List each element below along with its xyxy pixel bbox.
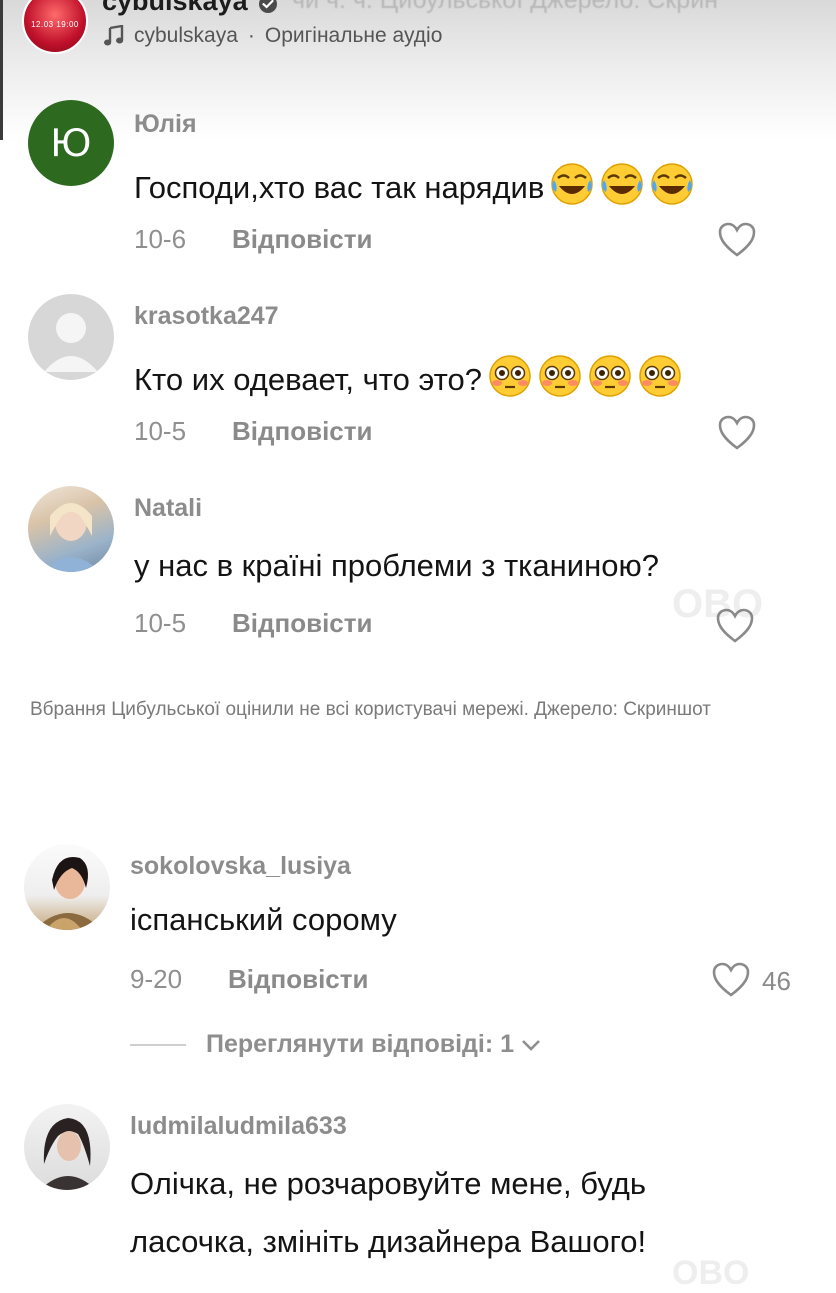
watermark: OBO: [672, 582, 764, 626]
avatar[interactable]: [28, 294, 114, 380]
comment-text-line1: Олічка, не розчаровуйте мене, будь: [130, 1166, 646, 1201]
comment-text-body: Кто их одевает, что это?: [134, 362, 482, 397]
avatar[interactable]: Ю: [28, 100, 114, 186]
verified-badge-icon: [259, 0, 277, 13]
comment-username[interactable]: ludmilaludmila633: [130, 1112, 347, 1141]
flushed-face-emoji: [539, 355, 581, 397]
header-overlay-text: чи ч. ч. Цибульської Джерело: Скрин: [292, 0, 718, 14]
comment-username[interactable]: Юлія: [134, 110, 197, 139]
avatar[interactable]: [28, 486, 114, 572]
user-photo: [40, 1118, 96, 1190]
audio-row[interactable]: cybulskaya · Оригінальне аудіо: [104, 24, 442, 48]
heart-outline-icon[interactable]: [718, 415, 756, 451]
comment-username[interactable]: sokolovska_lusiya: [130, 852, 351, 881]
reply-button[interactable]: Відповісти: [232, 224, 372, 255]
face-with-tears-of-joy-emoji: [551, 163, 594, 205]
comment-text: у нас в країні проблеми з тканиною?: [134, 548, 659, 583]
comment-text: Кто их одевает, что это?: [134, 354, 682, 398]
comment-meta: 10-6 Відповісти: [134, 224, 372, 255]
photo-caption: Вбрання Цибульської оцінили не всі корис…: [30, 699, 711, 720]
like-count: 46: [762, 966, 791, 996]
comment-date: 10-5: [134, 416, 187, 446]
audio-user: cybulskaya: [134, 24, 238, 47]
heart-outline-icon[interactable]: [712, 962, 750, 998]
comment-text: іспанський сорому: [130, 902, 397, 937]
audio-separator: ·: [247, 24, 255, 47]
comment-meta: 9-20 Відповісти: [130, 964, 368, 995]
left-edge-bar: [0, 0, 3, 140]
comment-date: 10-5: [134, 608, 187, 638]
audio-label: Оригінальне аудіо: [264, 24, 443, 47]
heart-outline-icon[interactable]: [718, 222, 756, 258]
watermark: OBO: [672, 1254, 750, 1292]
reply-button[interactable]: Відповісти: [228, 964, 368, 995]
comment-meta: 10-5 Відповісти: [134, 608, 372, 639]
view-replies-label: Переглянути відповіді: 1: [206, 1030, 515, 1058]
comment-text: Господи,хто вас так нарядив: [134, 162, 694, 206]
face-with-tears-of-joy-emoji: [601, 163, 644, 205]
user-photo: [34, 856, 102, 930]
flushed-face-emoji: [489, 355, 531, 397]
flushed-face-emoji: [639, 355, 681, 397]
chevron-down-icon: [522, 1039, 540, 1051]
header-background: [0, 0, 836, 140]
comment-meta: 10-5 Відповісти: [134, 416, 372, 447]
view-replies-button[interactable]: Переглянути відповіді: 1: [130, 1030, 542, 1059]
reply-button[interactable]: Відповісти: [232, 416, 372, 447]
comment-text-body: Господи,хто вас так нарядив: [134, 170, 545, 205]
user-photo: [42, 503, 100, 572]
post-username[interactable]: cybulskaya: [102, 0, 248, 17]
comment-date: 9-20: [130, 964, 183, 994]
face-with-tears-of-joy-emoji: [651, 163, 694, 205]
post-avatar-text: 12.03 19:00: [31, 20, 79, 29]
flushed-face-emoji: [589, 355, 631, 397]
reply-button[interactable]: Відповісти: [232, 608, 372, 639]
avatar[interactable]: [24, 1104, 110, 1190]
default-user-icon: [44, 313, 98, 372]
comment-text-line2: ласочка, змініть дизайнера Вашого!: [130, 1224, 647, 1259]
divider: [130, 1043, 186, 1046]
comment-date: 10-6: [134, 224, 187, 254]
comment-username[interactable]: Natali: [134, 494, 202, 523]
comment-username[interactable]: krasotka247: [134, 302, 279, 331]
music-note-icon: [104, 25, 124, 46]
avatar[interactable]: [24, 844, 110, 930]
